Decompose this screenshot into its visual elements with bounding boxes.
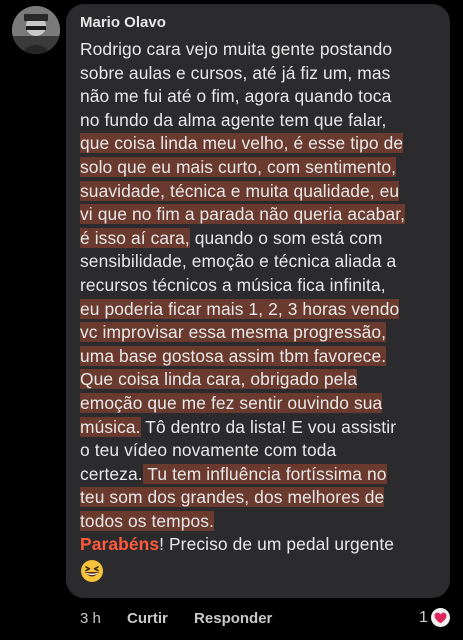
comment-time[interactable]: 3 h bbox=[80, 610, 101, 627]
comment-line: vc improvisar essa mesma progressão, bbox=[80, 321, 444, 345]
grinning-face-icon bbox=[80, 559, 444, 590]
highlighted-text: é isso aí cara, bbox=[80, 227, 190, 248]
highlighted-text: música. bbox=[80, 416, 141, 437]
comment-line: o teu vídeo novamente com toda bbox=[80, 439, 444, 463]
highlighted-text: emoção que me fez sentir ouvindo sua bbox=[80, 392, 383, 413]
highlighted-text: uma base gostosa assim tbm favorece. bbox=[80, 345, 387, 366]
comment-bubble: Mario Olavo Rodrigo cara vejo muita gent… bbox=[66, 4, 450, 598]
comment-actions: 3 h Curtir Responder bbox=[80, 610, 294, 627]
comment-text-segment: sobre aulas e cursos, até já fiz um, mas bbox=[80, 62, 391, 83]
comment-line: suavidade, técnica e muita qualidade, eu bbox=[80, 180, 444, 204]
comment-text-segment: no fundo da alma agente tem que falar, bbox=[80, 109, 387, 130]
highlighted-text: todos os tempos. bbox=[80, 510, 215, 531]
comment-text-segment: não me fui até o fim, agora quando toca bbox=[80, 86, 392, 107]
comment-author[interactable]: Mario Olavo bbox=[80, 14, 166, 31]
highlighted-text: Que coisa linda cara, obrigado pela bbox=[80, 369, 358, 390]
highlighted-text: eu poderia ficar mais 1, 2, 3 horas vend… bbox=[80, 298, 400, 319]
comment-line: uma base gostosa assim tbm favorece. bbox=[80, 345, 444, 369]
comment-line: no fundo da alma agente tem que falar, bbox=[80, 109, 444, 133]
comment-line: todos os tempos. bbox=[80, 510, 444, 534]
reply-button[interactable]: Responder bbox=[194, 610, 272, 627]
comment-text-segment: sensibilidade, emoção e técnica aliada a bbox=[80, 251, 397, 272]
comment-line: é isso aí cara, quando o som está com bbox=[80, 227, 444, 251]
comment-line: sobre aulas e cursos, até já fiz um, mas bbox=[80, 62, 444, 86]
comment-line: sensibilidade, emoção e técnica aliada a bbox=[80, 250, 444, 274]
comment-text-segment: quando o som está com bbox=[189, 227, 383, 248]
comment-line: que coisa linda meu velho, é esse tipo d… bbox=[80, 132, 444, 156]
like-button[interactable]: Curtir bbox=[127, 610, 168, 627]
highlighted-text: teu som dos grandes, dos melhores de bbox=[80, 487, 385, 508]
comment-text-segment: Tô dentro da lista! E vou assistir bbox=[140, 416, 397, 437]
comment-line: teu som dos grandes, dos melhores de bbox=[80, 486, 444, 510]
highlighted-word: Parabéns bbox=[80, 534, 160, 555]
comment-line: Que coisa linda cara, obrigado pela bbox=[80, 368, 444, 392]
highlighted-text: vi que no fim a parada não queria acabar… bbox=[80, 204, 406, 225]
comment-line: não me fui até o fim, agora quando toca bbox=[80, 85, 444, 109]
comment-line: recursos técnicos a música fica infinita… bbox=[80, 274, 444, 298]
comment-line: Parabéns! Preciso de um pedal urgente bbox=[80, 533, 444, 557]
avatar[interactable] bbox=[12, 6, 60, 54]
comment-line: emoção que me fez sentir ouvindo sua bbox=[80, 392, 444, 416]
heart-icon bbox=[430, 608, 450, 627]
comment-line: solo que eu mais curto, com sentimento, bbox=[80, 156, 444, 180]
highlighted-text: Tu tem influência fortíssima no bbox=[142, 463, 387, 484]
comment-text-segment: recursos técnicos a música fica infinita… bbox=[80, 274, 386, 295]
reaction-count: 1 bbox=[419, 608, 428, 626]
avatar-photo bbox=[12, 6, 60, 54]
highlighted-text: que coisa linda meu velho, é esse tipo d… bbox=[80, 133, 404, 154]
comment-line: Rodrigo cara vejo muita gente postando bbox=[80, 38, 444, 62]
comment-text: Rodrigo cara vejo muita gente postando so… bbox=[80, 38, 444, 590]
comment-text-segment: certeza. bbox=[80, 463, 143, 484]
highlighted-text: vc improvisar essa mesma progressão, bbox=[80, 322, 387, 343]
comment-text-segment: ! Preciso de um pedal urgente bbox=[159, 534, 395, 555]
comment-line: eu poderia ficar mais 1, 2, 3 horas vend… bbox=[80, 298, 444, 322]
comment-text-segment: o teu vídeo novamente com toda bbox=[80, 440, 337, 461]
comment-text-segment: Rodrigo cara vejo muita gente postando bbox=[80, 39, 393, 59]
comment-line: música. Tô dentro da lista! E vou assist… bbox=[80, 416, 444, 440]
highlighted-text: solo que eu mais curto, com sentimento, bbox=[80, 156, 397, 177]
reaction-summary[interactable]: 1 bbox=[419, 608, 450, 627]
comment-line: certeza. Tu tem influência fortíssima no bbox=[80, 463, 444, 487]
highlighted-text: suavidade, técnica e muita qualidade, eu bbox=[80, 180, 400, 201]
comment-line: vi que no fim a parada não queria acabar… bbox=[80, 203, 444, 227]
